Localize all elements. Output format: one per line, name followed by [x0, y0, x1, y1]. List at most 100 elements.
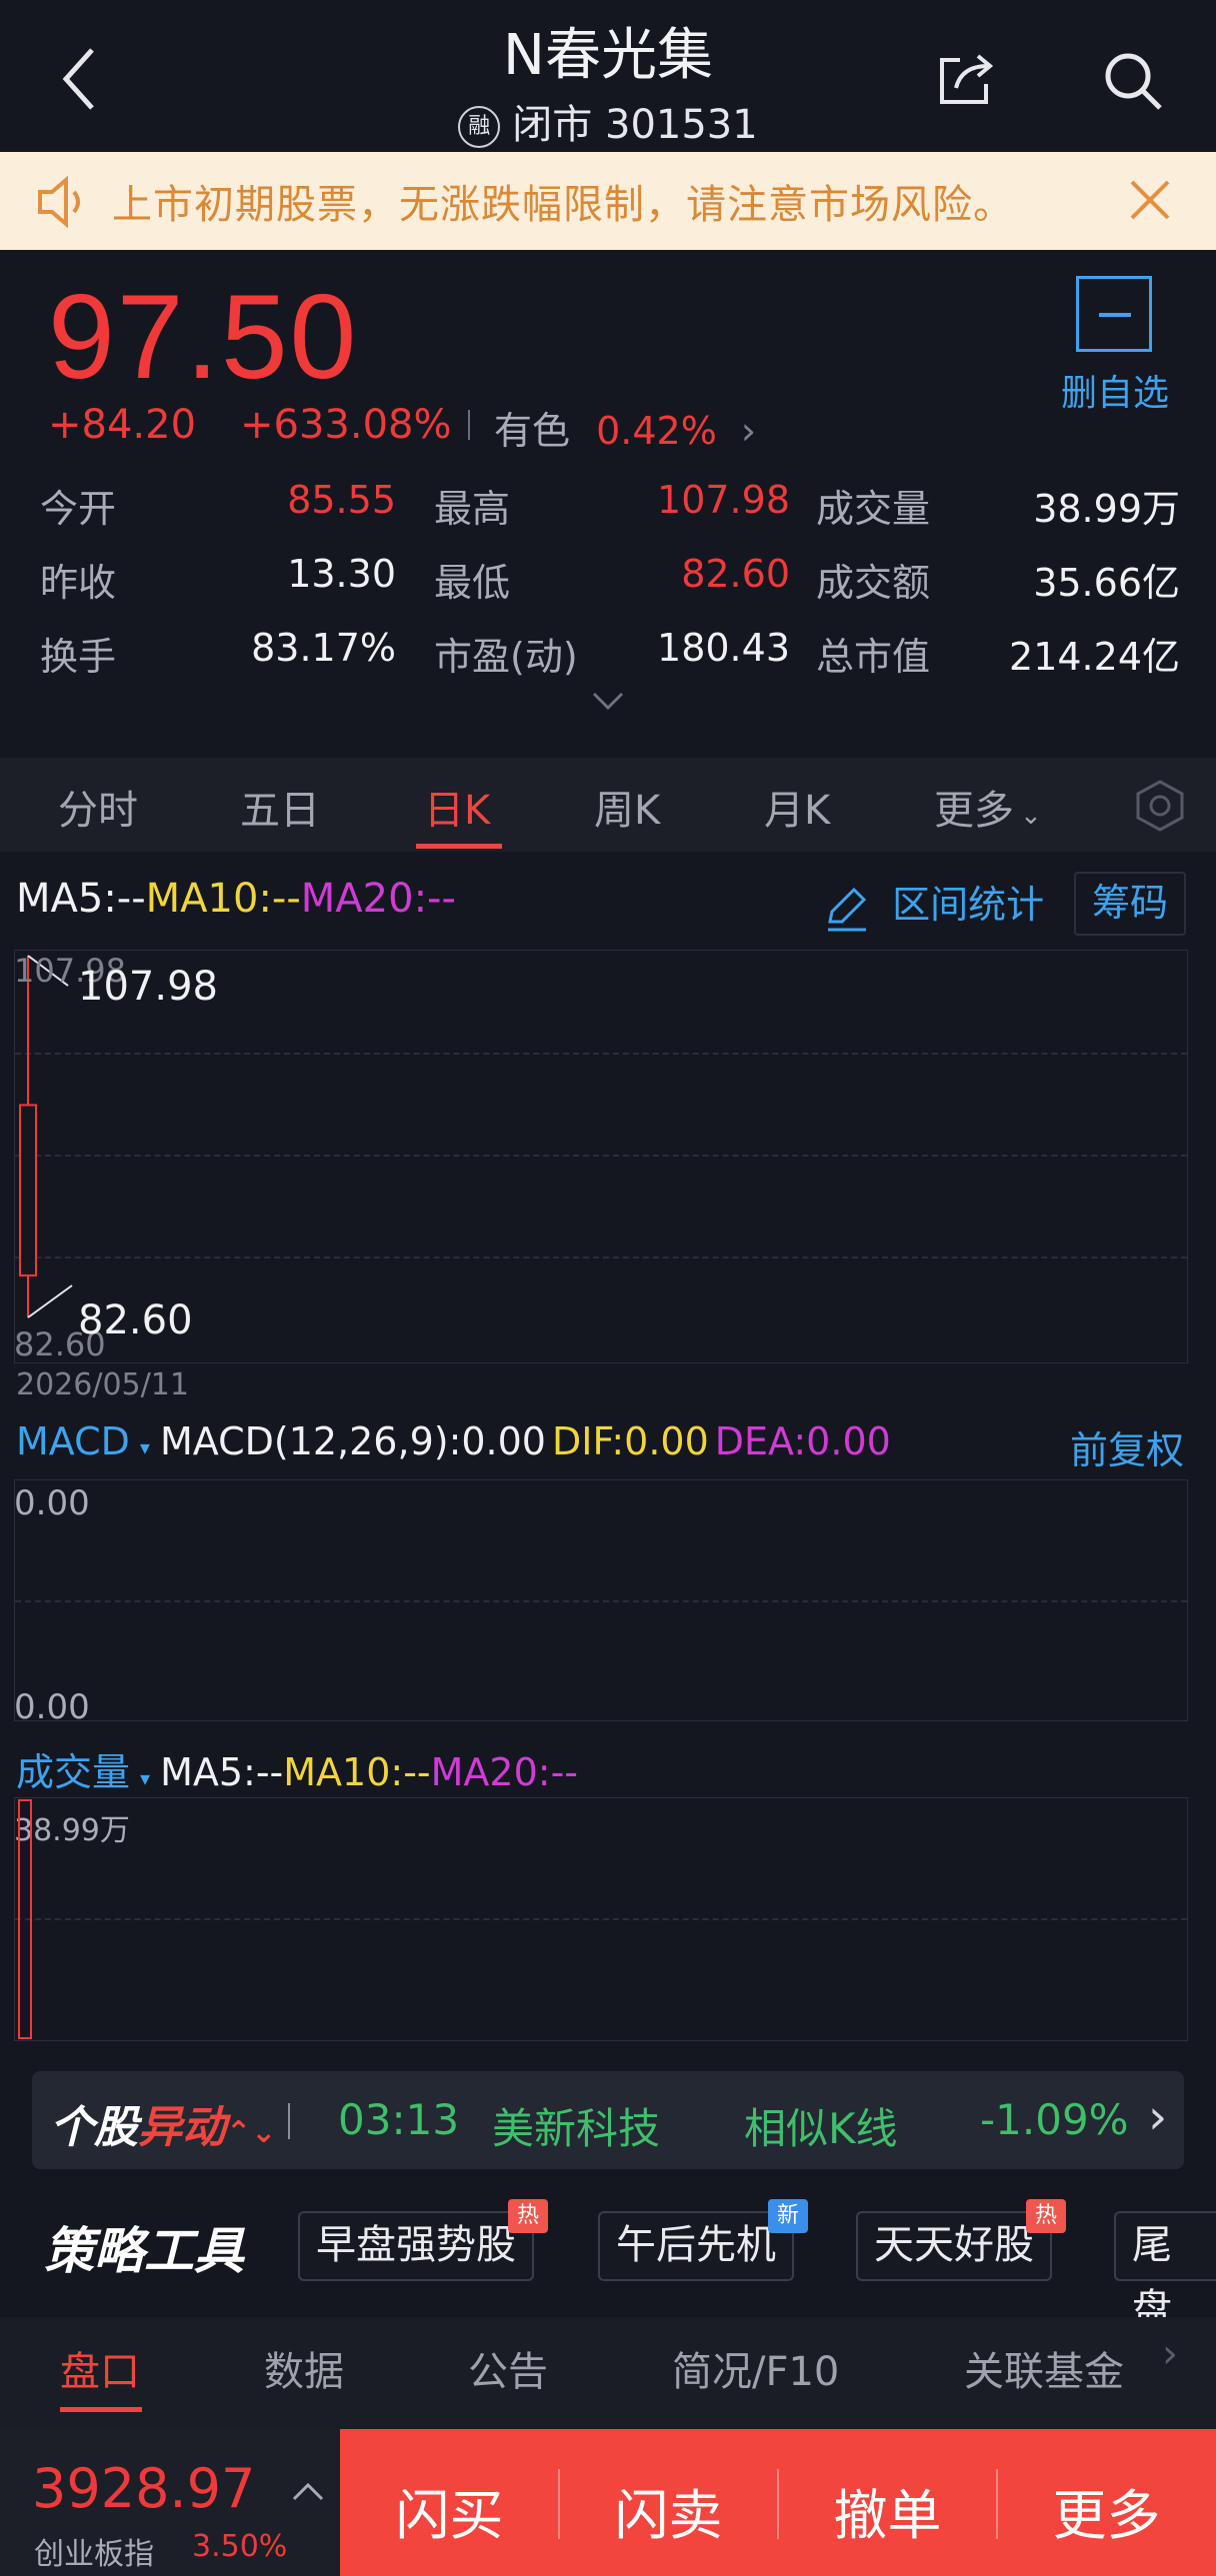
- range-stat-button[interactable]: 区间统计: [820, 874, 1044, 934]
- remove-watch-label: 删自选: [1060, 373, 1169, 414]
- alert-stock: 美新科技: [492, 2104, 661, 2153]
- volume-header: 成交量 ▾ MA5:--MA10:--MA20:--: [16, 1741, 578, 1796]
- tab-fenshi[interactable]: 分时: [58, 778, 138, 836]
- low-marker-label: 82.60: [78, 1297, 193, 1343]
- volume-selector[interactable]: 成交量 ▾: [16, 1750, 160, 1794]
- share-icon[interactable]: [934, 48, 996, 110]
- more-button[interactable]: 更多: [997, 2471, 1216, 2550]
- settings-hexagon-icon[interactable]: [1132, 778, 1188, 834]
- notice-close-icon[interactable]: [1130, 180, 1170, 220]
- ma20-label: MA20:--: [300, 876, 456, 922]
- market-status: 闭市: [512, 102, 593, 148]
- pencil-icon: [828, 887, 867, 931]
- stat-label: 今开: [40, 487, 117, 531]
- hot-badge: 热: [508, 2199, 548, 2233]
- volume-bar: [18, 1799, 32, 2039]
- chevron-right-icon: ›: [1148, 2089, 1168, 2145]
- tab-wuri[interactable]: 五日: [240, 778, 320, 836]
- macd-panel[interactable]: [14, 1479, 1188, 1721]
- macd-dif: DIF:0.00: [551, 1419, 709, 1463]
- alert-tag: 相似K线: [744, 2104, 898, 2153]
- stat-value: 214.24亿: [1009, 635, 1180, 679]
- macd-axis-top: 0.00: [14, 1483, 90, 1523]
- speaker-icon: [36, 175, 92, 229]
- flash-sell-button[interactable]: 闪卖: [559, 2471, 778, 2550]
- tab-data[interactable]: 数据: [264, 2339, 344, 2397]
- stat-value: 38.99万: [1033, 487, 1180, 531]
- stock-alert-banner[interactable]: 个股异动⌃⌄ 03:13 美新科技 相似K线 -1.09% ›: [32, 2071, 1184, 2169]
- last-price: 97.50: [48, 270, 359, 404]
- stock-title: N春光集: [503, 23, 713, 88]
- sector-link[interactable]: 有色 0.42% ›: [494, 400, 756, 455]
- adjust-button[interactable]: 前复权: [1070, 1419, 1184, 1474]
- stat-6: 换手 83.17%: [40, 626, 396, 681]
- active-tab-underline: [416, 844, 502, 849]
- header: N春光集 融闭市 301531: [0, 0, 1216, 152]
- chip-label: 午后先机: [616, 2222, 776, 2268]
- cancel-order-button[interactable]: 撤单: [778, 2471, 997, 2550]
- stat-value: 107.98: [657, 478, 790, 522]
- kline-ma-row: MA5:--MA10:--MA20:--: [16, 876, 456, 922]
- macd-dea: DEA:0.00: [714, 1419, 891, 1463]
- candle-body: [19, 1104, 37, 1277]
- sector-pct: 0.42%: [596, 409, 717, 453]
- strategy-chip-afternoon[interactable]: 午后先机 新: [598, 2199, 808, 2281]
- tab-funds[interactable]: 关联基金: [964, 2339, 1124, 2397]
- flash-buy-button[interactable]: 闪买: [340, 2471, 559, 2550]
- stat-0: 今开 85.55: [40, 478, 396, 533]
- high-marker-label: 107.98: [78, 964, 218, 1010]
- risk-notice: 上市初期股票，无涨跌幅限制，请注意市场风险。: [0, 152, 1216, 250]
- expand-chevron-icon[interactable]: [588, 690, 628, 714]
- stat-label: 成交额: [816, 561, 931, 605]
- notice-text: 上市初期股票，无涨跌幅限制，请注意市场风险。: [112, 182, 1014, 228]
- caret-down-icon: ▾: [140, 1766, 151, 1790]
- index-name: 创业板指: [34, 2537, 154, 2572]
- alert-logo-a: 个股: [50, 2102, 138, 2153]
- tab-pankou[interactable]: 盘口: [60, 2339, 140, 2397]
- stat-value: 13.30: [287, 552, 396, 596]
- chips-button[interactable]: 筹码: [1074, 872, 1187, 936]
- tab-more[interactable]: 更多 ⌄: [934, 778, 1042, 836]
- stat-value: 85.55: [287, 478, 396, 522]
- alert-logo: 个股异动⌃⌄: [50, 2091, 276, 2155]
- stat-label: 最高: [434, 487, 511, 531]
- chip-label: 尾盘: [1132, 2222, 1172, 2332]
- chevron-up-icon: [290, 2479, 326, 2503]
- trend-icon: ⌃⌄: [226, 2115, 277, 2150]
- stat-7: 市盈(动) 180.43: [434, 626, 790, 681]
- chips-label: 筹码: [1092, 881, 1169, 925]
- stat-label: 最低: [434, 561, 511, 605]
- ma10-label: MA10:--: [145, 876, 301, 922]
- strategy-chip-close[interactable]: 尾盘: [1114, 2211, 1216, 2332]
- chevron-right-icon: ›: [1162, 2331, 1178, 2377]
- remove-watch-button[interactable]: 删自选: [1060, 276, 1170, 416]
- stock-subline: 融闭市 301531: [0, 92, 1216, 150]
- stat-label: 成交量: [816, 487, 931, 531]
- stat-value: 180.43: [657, 626, 790, 670]
- strategy-chip-morning[interactable]: 早盘强势股 热: [298, 2199, 548, 2281]
- tab-yuek[interactable]: 月K: [764, 778, 830, 836]
- strategy-chip-daily[interactable]: 天天好股 热: [856, 2199, 1066, 2281]
- chevron-down-icon: ⌄: [1020, 801, 1042, 831]
- macd-selector[interactable]: MACD ▾: [16, 1419, 160, 1463]
- volume-panel[interactable]: [14, 1797, 1188, 2041]
- search-icon[interactable]: [1102, 50, 1164, 112]
- stock-code: 301531: [605, 102, 758, 148]
- chip-label: 早盘强势股: [316, 2222, 516, 2268]
- stat-label: 换手: [40, 635, 117, 679]
- tab-rik[interactable]: 日K: [424, 778, 490, 836]
- stat-value: 82.60: [681, 552, 790, 596]
- alert-logo-b: 异动: [138, 2102, 226, 2153]
- tab-announcement[interactable]: 公告: [468, 2339, 548, 2397]
- low-pointer: [27, 1285, 73, 1318]
- vol-ma5: MA5:--: [160, 1750, 284, 1794]
- tab-zhouk[interactable]: 周K: [594, 778, 660, 836]
- tab-profile[interactable]: 简况/F10: [672, 2339, 839, 2397]
- stat-3: 昨收 13.30: [40, 552, 396, 607]
- strategy-title: 策略工具: [44, 2222, 244, 2280]
- active-tab-underline: [60, 2407, 142, 2412]
- index-pct: 3.50%: [192, 2529, 288, 2564]
- macd-header: MACD ▾ MACD(12,26,9):0.00 DIF:0.00 DEA:0.00: [16, 1419, 891, 1463]
- divider: [468, 410, 470, 440]
- stat-8: 总市值 214.24亿: [816, 626, 1180, 681]
